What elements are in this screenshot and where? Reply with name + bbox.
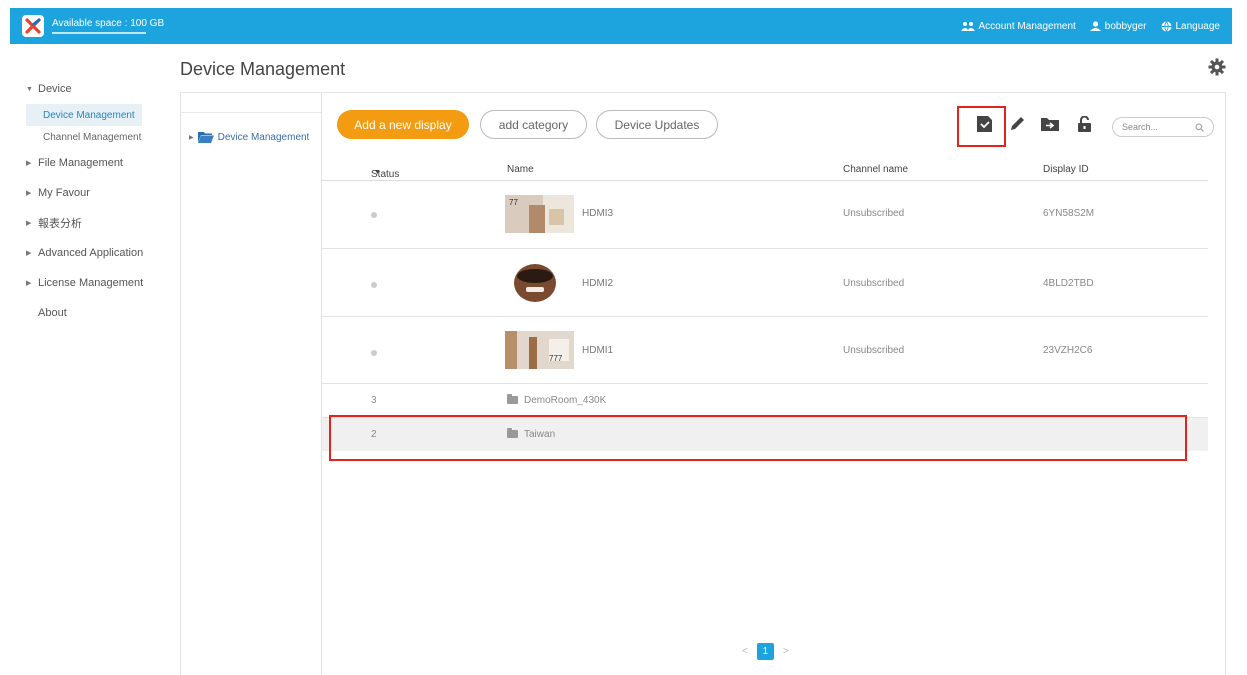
users-icon (960, 22, 975, 31)
settings-gear-icon[interactable] (1208, 58, 1226, 79)
row-channel: Unsubscribed (843, 208, 905, 219)
folder-open-icon (197, 132, 214, 143)
sidebar-item-label: License Management (38, 277, 144, 289)
display-thumbnail: 77 (505, 195, 574, 233)
account-management-link[interactable]: Account Management (960, 20, 1076, 32)
column-header-channel[interactable]: Channel name (843, 164, 908, 175)
caret-right-icon: ▶ (26, 250, 32, 257)
username-label: bobbyger (1104, 20, 1147, 32)
next-page-button[interactable]: > (783, 646, 789, 657)
sidebar-item-device-management[interactable]: Device Management (26, 104, 142, 126)
svg-text:77: 77 (509, 198, 518, 207)
row-name: HDMI2 (582, 278, 614, 289)
folder-icon (507, 394, 518, 405)
device-updates-button[interactable]: Device Updates (596, 110, 718, 139)
sidebar-item-label: 報表分析 (38, 218, 82, 230)
table-row[interactable]: 77 HDMI3 Unsubscribed 6YN58S2M (322, 181, 1208, 249)
row-count: 2 (371, 429, 377, 440)
page-1-button[interactable]: 1 (756, 643, 774, 660)
status-offline-indicator (371, 212, 377, 218)
sidebar-item-device[interactable]: ▼ Device (26, 74, 176, 104)
language-label: Language (1175, 20, 1221, 32)
table-row[interactable]: 777 HDMI1 Unsubscribed 23VZH2C6 (322, 317, 1208, 384)
sort-down-icon: ▼ (374, 169, 381, 176)
device-list-panel: Add a new display add category Device Up… (322, 92, 1226, 675)
sidebar-item-license-management[interactable]: ▶ License Management (26, 268, 176, 298)
sidebar-item-label: About (38, 307, 67, 319)
caret-down-icon: ▼ (26, 85, 33, 93)
row-count: 3 (371, 395, 377, 406)
storage-indicator: Available space : 100 GB (52, 18, 164, 34)
page-title: Device Management (180, 59, 346, 79)
search-icon (1195, 123, 1204, 132)
app-logo-icon[interactable] (22, 15, 44, 37)
sidebar-item-label: My Favour (38, 187, 90, 199)
move-folder-icon[interactable] (1040, 114, 1060, 134)
sidebar-nav: ▼ Device Device Management Channel Manag… (26, 70, 176, 328)
user-icon (1089, 21, 1101, 31)
table-row[interactable]: 2 Taiwan (322, 418, 1208, 451)
sidebar-item-my-favour[interactable]: ▶ My Favour (26, 178, 176, 208)
add-display-button[interactable]: Add a new display (337, 110, 469, 139)
search-input[interactable]: Search... (1112, 117, 1214, 137)
sidebar-item-advanced-application[interactable]: ▶ Advanced Application (26, 238, 176, 268)
row-folder-name: DemoRoom_430K (507, 394, 606, 406)
display-thumbnail (505, 264, 574, 302)
pagination: < 1 > (742, 643, 789, 660)
user-menu[interactable]: bobbyger (1089, 20, 1147, 32)
caret-right-icon: ▶ (26, 280, 32, 287)
svg-text:777: 777 (549, 354, 563, 363)
category-tree-panel: ▶ Device Management (180, 92, 322, 675)
sidebar-subitem-label: Device Management (43, 109, 135, 121)
row-display-id: 4BLD2TBD (1043, 278, 1094, 289)
tree-header (181, 93, 321, 113)
schedule-sync-icon[interactable] (974, 114, 994, 134)
table-row[interactable]: 3 DemoRoom_430K (322, 384, 1208, 418)
row-channel: Unsubscribed (843, 278, 905, 289)
top-header-bar: Available space : 100 GB Account Managem… (10, 8, 1232, 44)
row-display-id: 6YN58S2M (1043, 208, 1095, 219)
sidebar-item-about[interactable]: About (26, 298, 176, 328)
row-display-id: 23VZH2C6 (1043, 345, 1093, 356)
caret-right-icon: ▶ (189, 134, 194, 141)
column-header-display-id[interactable]: Display ID (1043, 164, 1089, 175)
unlock-icon[interactable] (1074, 114, 1094, 134)
sidebar-item-label: Device (38, 83, 72, 95)
caret-right-icon: ▶ (26, 220, 32, 227)
caret-right-icon: ▶ (26, 160, 32, 167)
sidebar-item-file-management[interactable]: ▶ File Management (26, 148, 176, 178)
tree-node-device-management[interactable]: ▶ Device Management (189, 131, 309, 143)
storage-bar (52, 32, 146, 34)
edit-pencil-icon[interactable] (1007, 114, 1027, 134)
sidebar-item-reports[interactable]: ▶ 報表分析 (26, 208, 176, 238)
caret-right-icon: ▶ (26, 190, 32, 197)
account-management-label: Account Management (978, 20, 1076, 32)
tree-node-label: Device Management (217, 131, 310, 143)
display-thumbnail: 777 (505, 331, 574, 369)
prev-page-button[interactable]: < (742, 646, 748, 657)
status-offline-indicator (371, 282, 377, 288)
table-header: Status ▼ Name Channel name Display ID (322, 159, 1208, 181)
sidebar-item-label: Advanced Application (38, 247, 144, 259)
row-folder-name: Taiwan (507, 428, 555, 440)
storage-label: Available space : 100 GB (52, 18, 165, 29)
sidebar-subitem-label: Channel Management (43, 131, 142, 143)
sidebar-item-label: File Management (38, 157, 123, 169)
folder-icon (507, 428, 518, 439)
globe-icon (1161, 20, 1171, 32)
add-category-button[interactable]: add category (480, 110, 587, 139)
column-header-name[interactable]: Name (507, 164, 534, 175)
row-name: HDMI3 (582, 208, 614, 219)
status-offline-indicator (371, 350, 377, 356)
row-channel: Unsubscribed (843, 345, 905, 356)
sidebar-item-channel-management[interactable]: Channel Management (26, 126, 176, 148)
language-menu[interactable]: Language (1161, 20, 1221, 32)
row-name: HDMI1 (582, 345, 614, 356)
search-placeholder: Search... (1122, 122, 1159, 132)
table-row[interactable]: HDMI2 Unsubscribed 4BLD2TBD (322, 249, 1208, 317)
